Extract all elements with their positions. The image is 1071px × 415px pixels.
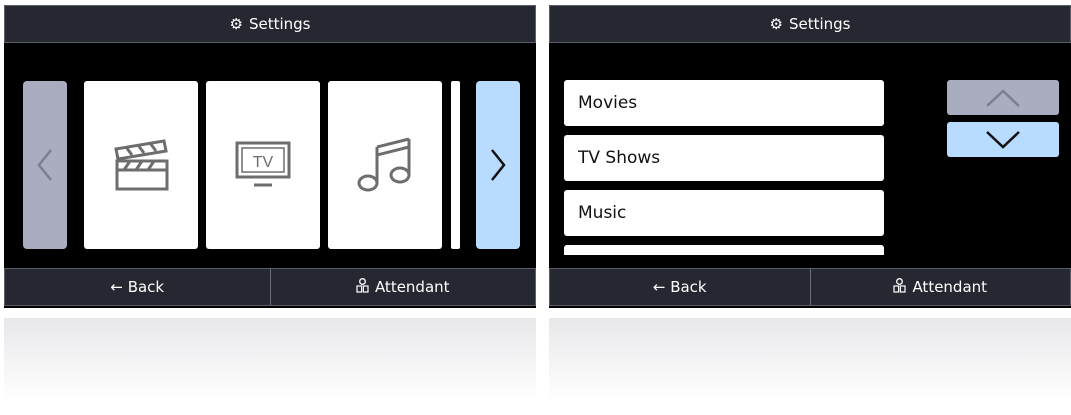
list-item-music[interactable]: Music — [564, 190, 884, 236]
list-item-label: TV Shows — [578, 148, 661, 168]
scroll-up-button[interactable] — [947, 80, 1059, 115]
tile-partial[interactable] — [451, 81, 460, 249]
page-title: Settings — [788, 15, 851, 33]
chevron-down-icon — [986, 130, 1020, 149]
screen-reflection — [549, 318, 1071, 415]
tile-tv[interactable]: TV — [206, 81, 320, 249]
footer-bar: ← Back Attendant — [4, 268, 536, 306]
back-button[interactable]: ← Back — [5, 269, 270, 305]
chevron-left-icon — [37, 149, 52, 181]
chevron-right-icon — [491, 149, 506, 181]
music-note-icon — [357, 137, 411, 192]
page-title: Settings — [248, 15, 311, 33]
header-bar: ⚙ Settings — [4, 5, 536, 43]
gear-icon: ⚙ — [229, 15, 243, 33]
tile-movies[interactable] — [84, 81, 198, 249]
back-label: ← Back — [110, 278, 165, 296]
left-screen: ⚙ Settings TV ← Back Attendant — [4, 5, 536, 308]
list-item-tv-shows[interactable]: TV Shows — [564, 135, 884, 181]
attendant-button[interactable]: Attendant — [809, 269, 1071, 305]
gear-icon: ⚙ — [769, 15, 783, 33]
chevron-up-icon — [986, 88, 1020, 107]
scroll-down-button[interactable] — [947, 122, 1059, 157]
attendant-button[interactable]: Attendant — [269, 269, 536, 305]
carousel-next-button[interactable] — [476, 81, 520, 249]
attendant-icon — [356, 277, 369, 297]
list-item-label: Music — [578, 203, 627, 223]
clapperboard-icon — [114, 139, 169, 191]
screen-reflection — [4, 318, 536, 415]
attendant-label: Attendant — [374, 278, 450, 296]
tv-icon-label: TV — [253, 154, 274, 171]
footer-bar: ← Back Attendant — [549, 268, 1071, 306]
tile-music[interactable] — [328, 81, 442, 249]
carousel-prev-button[interactable] — [23, 81, 67, 249]
tv-icon: TV — [235, 141, 291, 187]
attendant-icon — [893, 277, 907, 297]
attendant-label: Attendant — [912, 278, 988, 296]
header-bar: ⚙ Settings — [549, 5, 1071, 43]
list-item-partial[interactable] — [564, 245, 884, 255]
back-button[interactable]: ← Back — [550, 269, 810, 305]
back-label: ← Back — [652, 278, 707, 296]
list-item-label: Movies — [578, 93, 638, 113]
list-item-movies[interactable]: Movies — [564, 80, 884, 126]
right-screen: ⚙ Settings Movies TV Shows Music ← Back — [549, 5, 1071, 308]
